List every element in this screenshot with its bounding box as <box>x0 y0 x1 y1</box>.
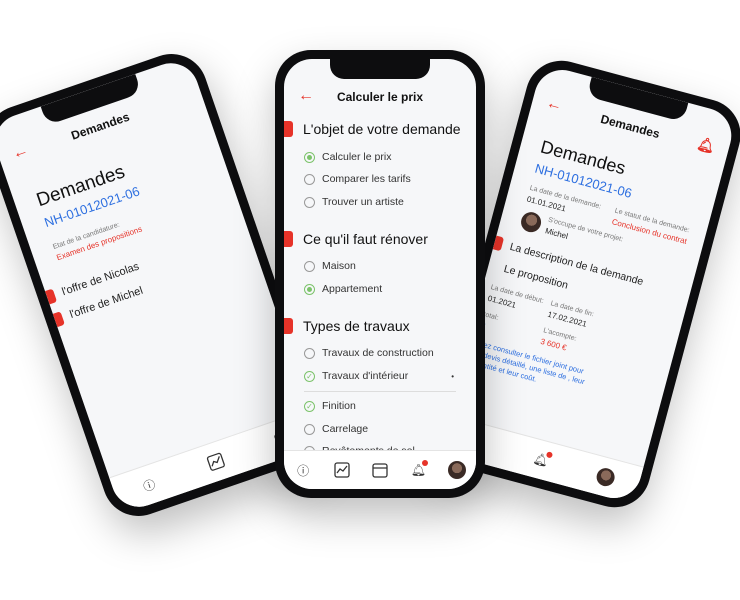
option-finition[interactable]: ✓ Finition <box>304 400 356 412</box>
section-title: L'objet de votre demande <box>303 121 461 137</box>
option-label: Finition <box>322 400 356 412</box>
option-calculer[interactable]: Calculer le prix <box>304 151 391 163</box>
option-label: Calculer le prix <box>322 151 392 163</box>
handler-avatar <box>518 209 544 235</box>
radio[interactable] <box>304 173 315 185</box>
option-appartement[interactable]: Appartement <box>304 283 382 295</box>
section-marker <box>284 318 293 334</box>
option-comparer[interactable]: Comparer les tarifs <box>304 173 411 185</box>
option-interieur[interactable]: ✓ Travaux d'intérieur • <box>304 370 454 382</box>
left-screen: ← Demandes Demandes NH-01012021-06 Etat … <box>0 55 323 515</box>
option-construction[interactable]: Travaux de construction <box>304 347 434 359</box>
back-arrow-icon[interactable]: ← <box>10 141 31 163</box>
radio[interactable] <box>304 260 315 272</box>
calendar-icon[interactable] <box>371 461 389 479</box>
radio-selected[interactable] <box>304 151 315 163</box>
option-label: Appartement <box>322 283 383 295</box>
section-marker <box>284 121 293 137</box>
option-label: Travaux d'intérieur <box>322 370 409 382</box>
option-label: Maison <box>322 260 356 272</box>
section-object: L'objet de votre demande <box>284 121 461 137</box>
notification-dot <box>545 451 554 459</box>
radio[interactable] <box>304 196 315 208</box>
section-marker <box>45 288 58 305</box>
check-icon[interactable]: ✓ <box>304 400 315 412</box>
bell-icon[interactable]: 🔔︎ <box>530 449 554 471</box>
section-marker <box>284 231 293 247</box>
option-label: Trouver un artiste <box>322 196 404 208</box>
option-carrelage[interactable]: Carrelage <box>304 423 368 435</box>
chart-icon[interactable] <box>333 461 351 479</box>
chevron-down-icon[interactable]: • <box>451 372 454 381</box>
section-travaux: Types de travaux <box>284 318 410 334</box>
center-phone: ← Calculer le prix L'objet de votre dema… <box>275 50 485 498</box>
avatar[interactable] <box>447 461 466 479</box>
header-title: Demandes <box>69 109 132 143</box>
radio[interactable] <box>304 347 315 359</box>
avatar[interactable] <box>594 466 617 489</box>
avatar-image <box>594 466 617 489</box>
avatar-image <box>447 461 466 479</box>
check-icon[interactable]: ✓ <box>304 370 315 382</box>
section-renovation: Ce qu'il faut rénover <box>284 231 428 247</box>
center-screen: ← Calculer le prix L'objet de votre dema… <box>284 59 476 489</box>
center-header: ← Calculer le prix <box>284 79 476 115</box>
notification-dot <box>422 460 429 466</box>
attachment-note: uvez consulter le fichier joint pour un … <box>469 338 586 387</box>
section-title: Ce qu'il faut rénover <box>303 231 428 247</box>
total-label: total: <box>482 311 500 322</box>
bell-icon[interactable]: 🔔︎ <box>409 460 429 479</box>
bell-icon[interactable]: 🔔︎ <box>695 135 716 156</box>
radio[interactable] <box>304 423 315 435</box>
back-arrow-icon[interactable]: ← <box>298 87 314 105</box>
section-title: Types de travaux <box>303 318 410 334</box>
option-trouver[interactable]: Trouver un artiste <box>304 196 404 208</box>
notch <box>330 59 430 79</box>
back-arrow-icon[interactable]: ← <box>544 94 564 116</box>
divider <box>304 391 456 392</box>
header-title: Calculer le prix <box>336 90 424 104</box>
chart-icon[interactable] <box>204 450 227 473</box>
section-marker <box>492 235 505 252</box>
header-title: Demandes <box>599 111 662 142</box>
option-label: Carrelage <box>322 423 369 435</box>
center-tabbar: ⓘ 🔔︎ <box>284 450 476 489</box>
option-maison[interactable]: Maison <box>304 260 356 272</box>
option-label: Travaux de construction <box>322 347 434 359</box>
info-icon[interactable]: ⓘ <box>294 461 312 479</box>
option-label: Comparer les tarifs <box>322 173 411 185</box>
section-marker <box>52 311 65 328</box>
info-icon[interactable]: ⓘ <box>138 473 161 496</box>
handler-name: Michel <box>544 226 569 241</box>
radio-selected[interactable] <box>304 283 315 295</box>
